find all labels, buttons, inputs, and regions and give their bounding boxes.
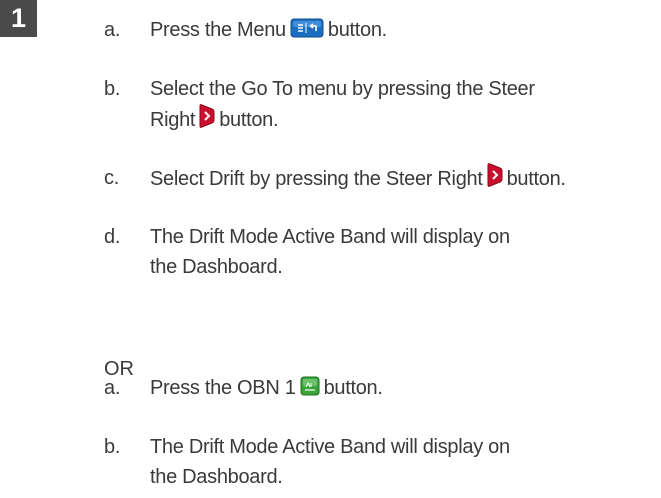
item-letter: a. <box>104 377 121 399</box>
item-text-after: button. <box>323 377 383 399</box>
item-text-line2: the Dashboard. <box>150 466 283 488</box>
steer-right-button-icon <box>487 163 503 187</box>
obn-1-button-icon <box>300 376 320 396</box>
item-text-after: button. <box>219 109 279 131</box>
steer-right-button-icon <box>199 104 215 128</box>
item-text: Select the Go To menu by pressing the St… <box>150 74 661 135</box>
item-text-after: button. <box>327 19 387 41</box>
item-text-before: Press the Menu <box>150 19 286 41</box>
item-letter: c. <box>104 167 119 189</box>
item-text-before: Select Drift by pressing the Steer Right <box>150 168 483 190</box>
item-text-line1: Select the Go To menu by pressing the St… <box>150 78 535 100</box>
item-text-before: Press the OBN 1 <box>150 377 296 399</box>
item-text-before: Right <box>150 109 196 131</box>
item-text: Press the Menu button. <box>150 15 661 45</box>
menu-button-icon <box>290 18 324 38</box>
item-letter: b. <box>104 436 121 458</box>
item-text: Select Drift by pressing the Steer Right… <box>150 163 661 194</box>
item-letter: d. <box>104 226 121 248</box>
item-text-line1: The Drift Mode Active Band will display … <box>150 436 510 458</box>
step-number-badge: 1 <box>0 0 37 37</box>
item-text-line1: The Drift Mode Active Band will display … <box>150 226 510 248</box>
item-text: The Drift Mode Active Band will display … <box>150 432 661 492</box>
item-text-after: button. <box>506 168 566 190</box>
item-text: The Drift Mode Active Band will display … <box>150 222 661 282</box>
item-letter: b. <box>104 78 121 100</box>
item-text: Press the OBN 1 button. <box>150 373 661 403</box>
item-letter: a. <box>104 19 121 41</box>
item-text-line2: the Dashboard. <box>150 256 283 278</box>
